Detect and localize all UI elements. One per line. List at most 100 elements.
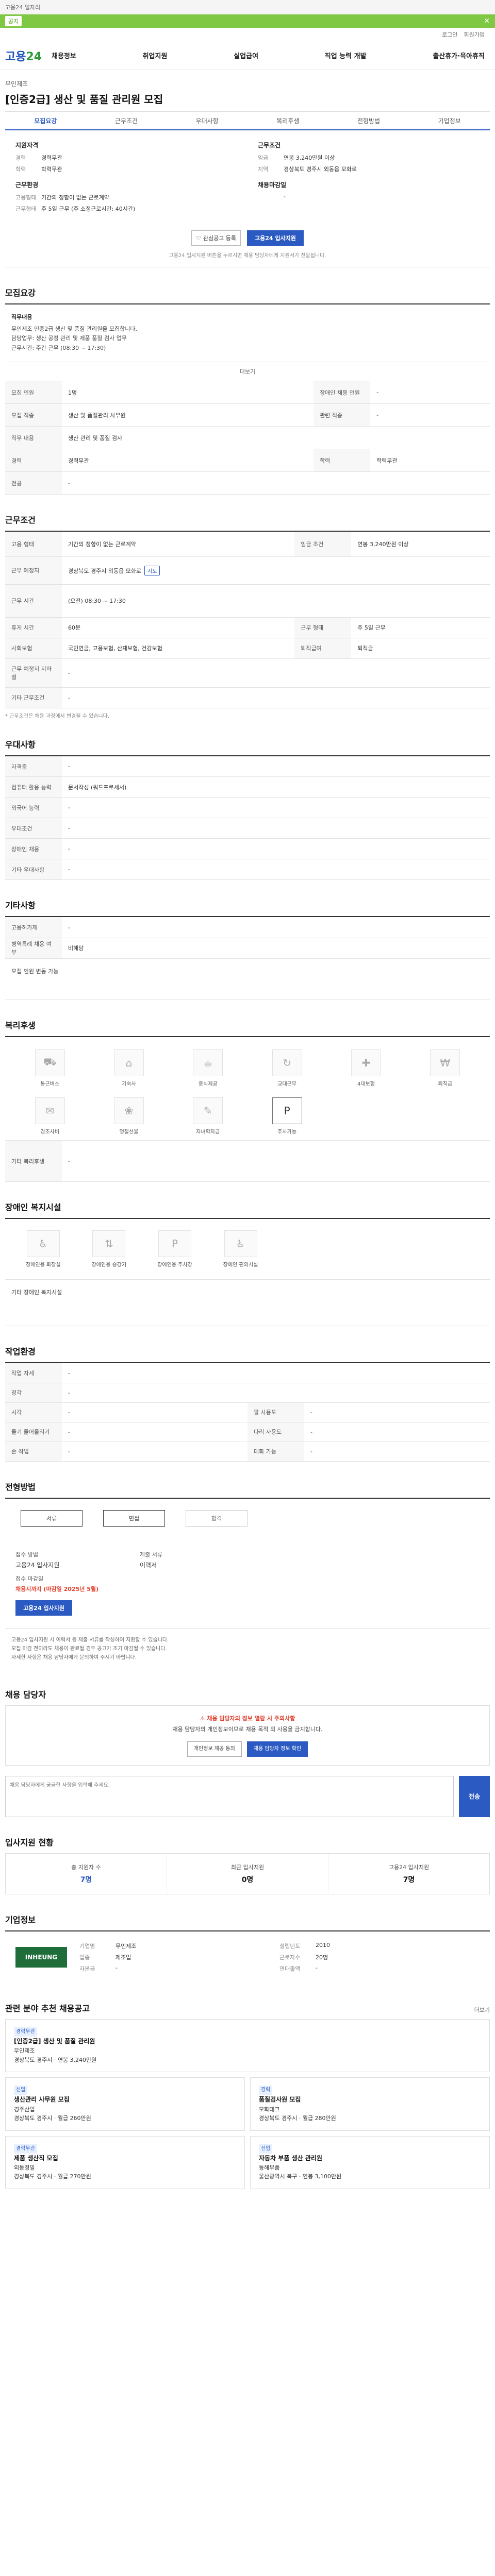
corp-logo: INHEUNG <box>15 1946 67 1968</box>
tab-conditions[interactable]: 근무조건 <box>86 116 167 129</box>
privacy-agree-button[interactable]: 개인정보 제공 동의 <box>187 1741 242 1757</box>
section-conditions-title: 근무조건 <box>5 515 36 526</box>
question-input[interactable] <box>5 1775 454 1817</box>
section-workenv-title: 작업환경 <box>5 1347 36 1357</box>
process-steps: 서류 면접 합격 <box>5 1499 490 1538</box>
table-row: 근무 시간 (오전) 08:30 ~ 17:30 <box>5 584 490 618</box>
tab-process[interactable]: 전형방법 <box>328 116 409 129</box>
welfare-box: ⛟ 통근버스 ⌂ 기숙사 ☕ 중식제공 ↻ 교대근무 ✚ 4대보험 ₩ 퇴직금 ✉ 경조사비 ❀ 명절선물 ✎ 자… <box>5 1036 490 1182</box>
table-row: 고용허가제 - <box>5 917 490 938</box>
table-row: 근무 예정지 경상북도 경주시 외동읍 모화로 지도 <box>5 556 490 585</box>
table-row: 장애인 채용 - <box>5 838 490 860</box>
section-others-title: 기타사항 <box>5 901 36 911</box>
facility-icon: ♿ <box>224 1230 257 1258</box>
welfare-item: ₩ 퇴직금 <box>411 1049 480 1087</box>
nav-item-jobs[interactable]: 채용정보 <box>52 50 76 60</box>
nav-item-support[interactable]: 취업지원 <box>143 50 168 60</box>
preference-box: 자격증 - 컴퓨터 활용 능력 문서작성 (워드프로세서) 외국어 능력 - 우대조건… <box>5 755 490 880</box>
login-link[interactable]: 로그인 <box>442 30 457 39</box>
facility-item: ♿ 장애인 편의시설 <box>223 1230 258 1268</box>
corp-box: INHEUNG 기업명 무인제조 설립년도 2010 업종 제조업 근로자수 20명 자… <box>5 1930 490 1983</box>
warning-icon: ⚠ <box>200 1715 207 1722</box>
top-band: 고용24 일자리 <box>0 0 495 14</box>
welfare-icon: ✚ <box>351 1049 381 1076</box>
section-disabled-title: 장애인 복지시설 <box>5 1202 61 1213</box>
facility-item: P 장애인용 주차장 <box>157 1230 192 1268</box>
welfare-icon: ⌂ <box>113 1049 144 1076</box>
table-row: 모집 직종 생산 및 품질관리 사무원 관련 직종 - <box>5 403 490 427</box>
process-step: 합격 <box>186 1510 248 1527</box>
tab-recruit[interactable]: 모집요강 <box>5 116 86 129</box>
site-header: 고용24 채용정보 취업지원 실업급여 직업 능력 개발 출산휴가·육아휴직 <box>0 41 495 70</box>
nav-item-training[interactable]: 직업 능력 개발 <box>325 50 367 60</box>
table-row: 모집 인원 1명 장애인 채용 인원 - <box>5 381 490 404</box>
nav-item-leave[interactable]: 출산휴가·육아휴직 <box>433 50 485 60</box>
table-row: 기타 근무조건 - <box>5 687 490 708</box>
section-process-title: 전형방법 <box>5 1482 36 1492</box>
stat-total: 총 지원자 수 7명 <box>6 1853 167 1894</box>
section-preference-title: 우대사항 <box>5 739 36 750</box>
table-row: 근무 예정지 지하철 - <box>5 658 490 688</box>
stat-recent: 최근 입사지원 0명 <box>167 1853 328 1894</box>
toilet-icon: ♿ <box>26 1230 60 1258</box>
signup-link[interactable]: 회원가입 <box>464 30 485 39</box>
table-row: 고용 형태 기간의 정함이 없는 근로계약 임금 조건 연봉 3,240만원 이상 <box>5 532 490 557</box>
section-stats-title: 입사지원 현황 <box>5 1837 54 1848</box>
job-card[interactable]: 경력무관 제품 생산직 모집 외동정밀 경상북도 경주시 · 월급 270만원 <box>5 2136 245 2190</box>
others-table: 고용허가제 - 병역특례 채용 여부 비해당 <box>5 917 490 959</box>
table-row: 병역특례 채용 여부 비해당 <box>5 938 490 959</box>
facility-item: ♿ 장애인용 화장실 <box>26 1230 61 1268</box>
notice-bar: 공지 ✕ <box>0 14 495 28</box>
apply-button-2[interactable]: 고용24 입사지원 <box>15 1600 72 1616</box>
table-row: 청각 - <box>5 1383 490 1403</box>
workenv-table: 작업 자세 - 청각 - 시각 - 팔 사용도 - 들기 들어올리기 - 다리 사용도 - 손 … <box>5 1363 490 1462</box>
close-icon[interactable]: ✕ <box>484 17 490 25</box>
send-button[interactable]: 전송 <box>459 1775 490 1817</box>
section-related-title: 관련 분야 추천 채용공고 <box>5 2003 90 2013</box>
welfare-item: ⌂ 기숙사 <box>94 1049 163 1087</box>
main-nav: 채용정보 취업지원 실업급여 직업 능력 개발 출산휴가·육아휴직 <box>52 50 490 60</box>
recruit-table: 모집 인원 1명 장애인 채용 인원 - 모집 직종 생산 및 품질관리 사무원 관련 직… <box>5 381 490 495</box>
table-row: 컴퓨터 활용 능력 문서작성 (워드프로세서) <box>5 776 490 798</box>
job-header: 무인제조 [인증2급] 생산 및 품질 관리원 모집 <box>5 70 490 112</box>
welfare-etc: 기타 복리후생 - <box>5 1140 490 1182</box>
job-card[interactable]: 경력 품질검사원 모집 모화테크 경상북도 경주시 · 월급 280만원 <box>250 2077 490 2131</box>
related-cards: 신입 생산관리 사무원 모집 경주산업 경상북도 경주시 · 월급 260만원 … <box>5 2077 490 2190</box>
tab-preference[interactable]: 우대사항 <box>167 116 248 129</box>
job-card[interactable]: 신입 자동차 부품 생산 관리원 동해부품 울산광역시 북구 · 연봉 3,10… <box>250 2136 490 2190</box>
job-card[interactable]: 경력무관 [인증2급] 생산 및 품질 관리원 무인제조 경상북도 경주시 · … <box>5 2019 490 2073</box>
table-row: 사회보험 국민연금, 고용보험, 산재보험, 건강보험 퇴직급여 퇴직금 <box>5 638 490 659</box>
related-more-link[interactable]: 더보기 <box>474 2006 490 2014</box>
welfare-icon: ❀ <box>113 1097 144 1124</box>
workenv-box: 작업 자세 - 청각 - 시각 - 팔 사용도 - 들기 들어올리기 - 다리 사용도 - 손 … <box>5 1362 490 1462</box>
tab-welfare[interactable]: 복리후생 <box>248 116 328 129</box>
welfare-item: ☕ 중식제공 <box>174 1049 242 1087</box>
company-name[interactable]: 무인제조 <box>5 79 490 88</box>
welfare-icon: ⛟ <box>35 1049 65 1076</box>
process-step: 면접 <box>103 1510 165 1527</box>
manager-warning: ⚠ 채용 담당자의 정보 열람 시 주의사항 채용 담당자의 개인정보이므로 채… <box>5 1705 490 1766</box>
tab-corp[interactable]: 기업정보 <box>409 116 490 129</box>
table-row: 들기 들어올리기 - 다리 사용도 - <box>5 1422 490 1442</box>
notice-button[interactable]: 공지 <box>5 16 22 26</box>
map-link[interactable]: 지도 <box>144 565 160 575</box>
site-logo[interactable]: 고용24 <box>5 47 52 64</box>
job-title: [인증2급] 생산 및 품질 관리원 모집 <box>5 93 163 106</box>
table-row: 자격증 - <box>5 756 490 777</box>
heart-icon: ♡ <box>195 234 201 242</box>
nav-item-benefit[interactable]: 실업급여 <box>234 50 258 60</box>
table-row: 외국어 능력 - <box>5 797 490 819</box>
apply-button[interactable]: 고용24 입사지원 <box>247 230 304 246</box>
action-row: ♡ 관심공고 등록 고용24 입사지원 <box>5 230 490 246</box>
welfare-icon: ✎ <box>193 1097 223 1124</box>
job-summary: 지원자격 경력 경력무관 학력 학력무관 근무환경 고용형태 기간의 정함이 없는 근… <box>15 142 357 212</box>
manager-info-button[interactable]: 채용 담당자 정보 확인 <box>246 1741 308 1757</box>
job-card[interactable]: 신입 생산관리 사무원 모집 경주산업 경상북도 경주시 · 월급 260만원 <box>5 2077 245 2131</box>
more-button[interactable]: 더보기 <box>5 362 490 381</box>
apply-notice: 고용24 입사지원 버튼을 누르시면 채용 담당자에게 지원서가 전달됩니다. <box>5 251 490 267</box>
scrap-button[interactable]: ♡ 관심공고 등록 <box>191 230 241 246</box>
stat-online: 고용24 입사지원 7명 <box>388 1863 430 1884</box>
table-row: 휴게 시간 60분 근무 형태 주 5일 근무 <box>5 617 490 638</box>
recruit-box: 직무내용 무인제조 인증2급 생산 및 품질 관리원을 모집합니다. 담당업무:… <box>5 303 490 495</box>
welfare-icon: ☕ <box>193 1049 223 1076</box>
